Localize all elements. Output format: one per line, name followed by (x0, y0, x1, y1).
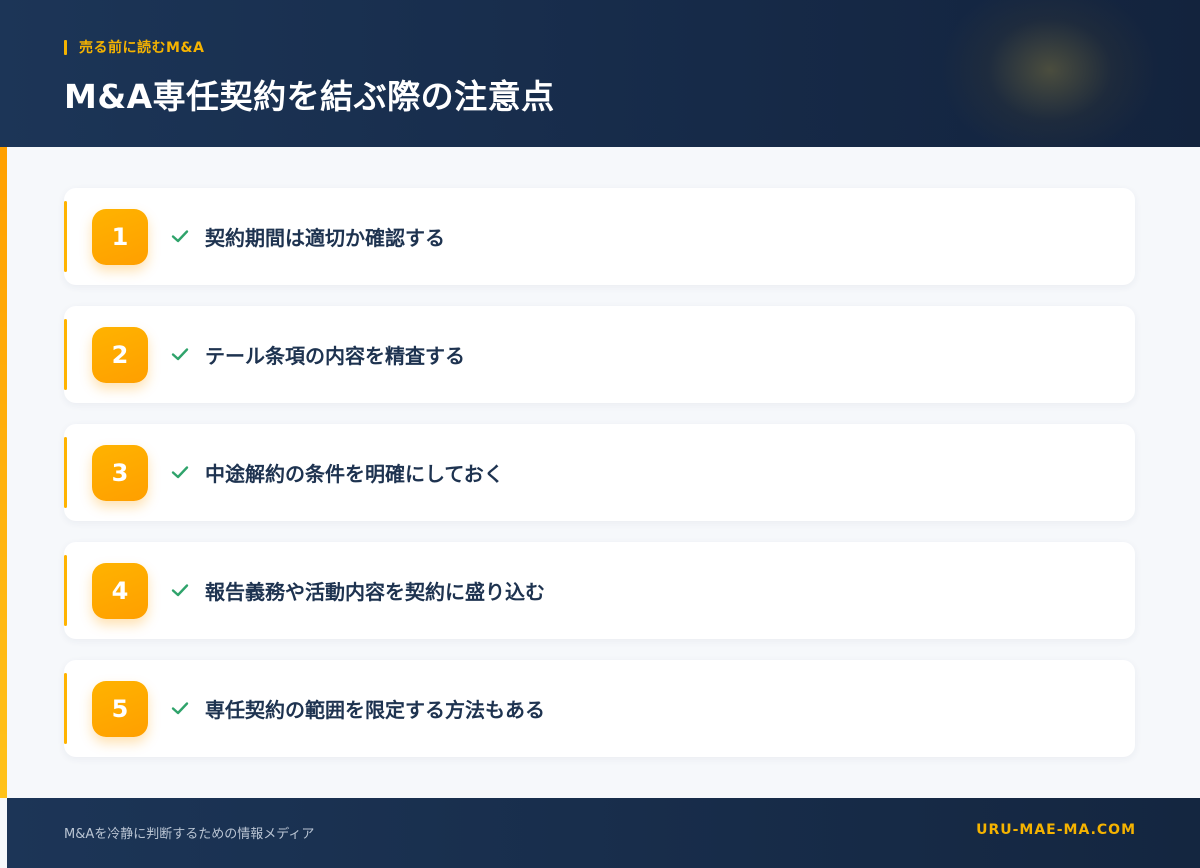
list-item: 2 テール条項の内容を精査する (64, 306, 1135, 403)
item-label: 専任契約の範囲を限定する方法もある (205, 698, 545, 722)
header-glow (940, 0, 1160, 147)
item-number-badge: 4 (92, 563, 148, 619)
list-item: 5 専任契約の範囲を限定する方法もある (64, 660, 1135, 757)
list-item: 4 報告義務や活動内容を契約に盛り込む (64, 542, 1135, 639)
item-label: 契約期間は適切か確認する (205, 226, 445, 250)
check-icon (171, 230, 189, 243)
item-accent (64, 201, 67, 272)
footer-site-link[interactable]: URU-MAE-MA.COM (976, 822, 1136, 838)
list-item: 1 契約期間は適切か確認する (64, 188, 1135, 285)
eyebrow: 売る前に読むM&A (64, 38, 204, 56)
footer-tagline: M&Aを冷静に判断するための情報メディア (64, 827, 315, 842)
item-label: テール条項の内容を精査する (205, 344, 465, 368)
check-icon (171, 348, 189, 361)
check-icon (171, 466, 189, 479)
check-icon (171, 702, 189, 715)
item-number-badge: 3 (92, 445, 148, 501)
header-banner: 売る前に読むM&A M&A専任契約を結ぶ際の注意点 (0, 0, 1200, 147)
item-label: 報告義務や活動内容を契約に盛り込む (205, 580, 545, 604)
item-accent (64, 673, 67, 744)
footer: M&Aを冷静に判断するための情報メディア URU-MAE-MA.COM (7, 798, 1200, 868)
left-accent-bar (0, 147, 7, 798)
item-number-badge: 2 (92, 327, 148, 383)
checklist: 1 契約期間は適切か確認する 2 テール条項の内容を精査する 3 中途解約の条件… (64, 188, 1135, 778)
item-accent (64, 437, 67, 508)
eyebrow-bar (64, 39, 67, 55)
eyebrow-text: 売る前に読むM&A (79, 40, 205, 56)
item-number-badge: 5 (92, 681, 148, 737)
item-accent (64, 319, 67, 390)
list-item: 3 中途解約の条件を明確にしておく (64, 424, 1135, 521)
item-number-badge: 1 (92, 209, 148, 265)
item-accent (64, 555, 67, 626)
item-label: 中途解約の条件を明確にしておく (205, 462, 504, 486)
check-icon (171, 584, 189, 597)
page-title: M&A専任契約を結ぶ際の注意点 (64, 77, 555, 116)
